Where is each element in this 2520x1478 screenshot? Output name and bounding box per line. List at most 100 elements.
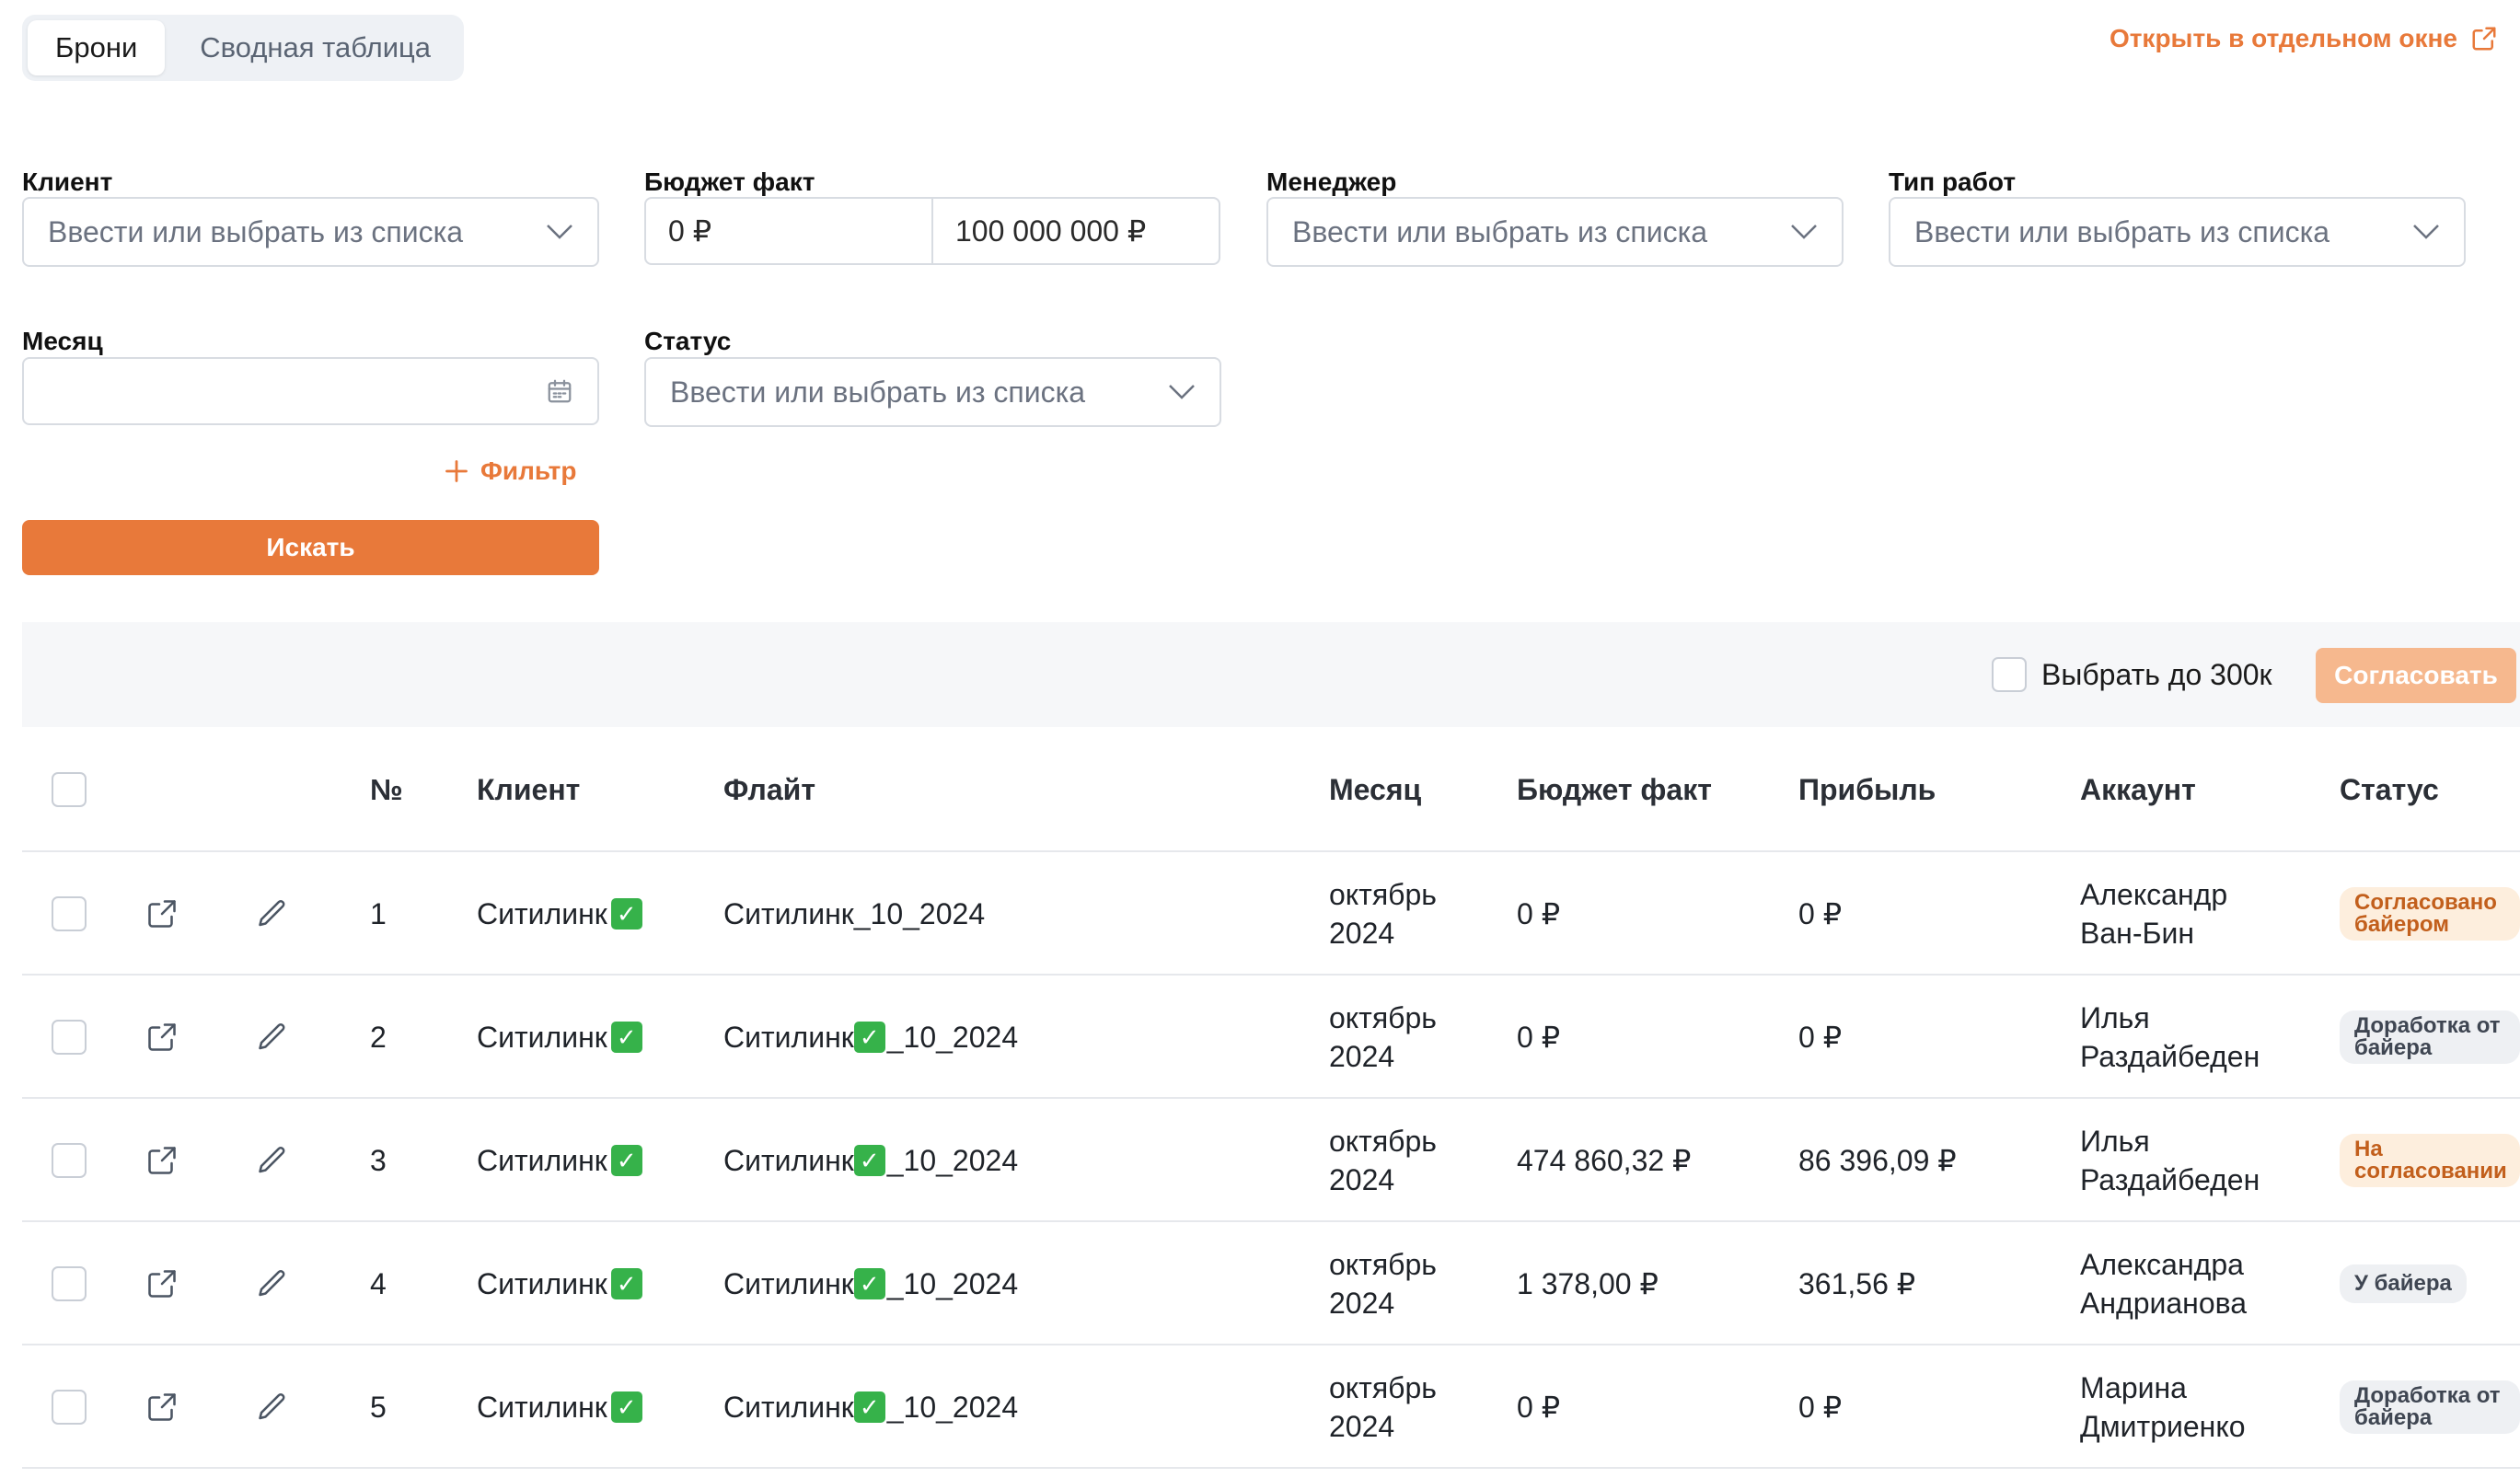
column-header-flight[interactable]: Флайт bbox=[723, 727, 815, 852]
client-filter-label: Клиент bbox=[22, 167, 113, 196]
tab-summary-table[interactable]: Сводная таблица bbox=[172, 20, 458, 75]
row-profit: 361,56 ₽ bbox=[1798, 1267, 1916, 1300]
row-month: октябрь 2024 bbox=[1329, 1371, 1437, 1443]
table-row[interactable]: 3 Ситилинк ✓ Ситилинк ✓ _10_2024 октябрь 2024… bbox=[22, 1099, 2520, 1222]
column-header-num[interactable]: № bbox=[370, 727, 403, 852]
check-mark-icon: ✓ bbox=[610, 1145, 642, 1176]
chevron-down-icon bbox=[1791, 225, 1817, 239]
chevron-down-icon bbox=[1169, 385, 1195, 399]
row-profit: 86 396,09 ₽ bbox=[1798, 1144, 1957, 1177]
month-filter-input[interactable] bbox=[22, 357, 599, 425]
row-flight-prefix: Ситилинк bbox=[723, 1390, 854, 1424]
budget-filter-label: Бюджет факт bbox=[644, 167, 815, 196]
status-badge: Доработка от байера bbox=[2340, 1380, 2520, 1434]
chevron-down-icon bbox=[2413, 225, 2439, 239]
row-flight-suffix: _10_2024 bbox=[886, 1390, 1019, 1424]
column-header-month[interactable]: Месяц bbox=[1329, 727, 1421, 852]
edit-pencil-icon[interactable] bbox=[256, 976, 289, 1099]
search-button[interactable]: Искать bbox=[22, 520, 599, 575]
add-filter-button[interactable]: Фильтр bbox=[444, 456, 576, 486]
chevron-down-icon bbox=[547, 225, 572, 239]
open-booking-icon[interactable] bbox=[145, 1345, 179, 1469]
client-filter-placeholder: Ввести или выбрать из списка bbox=[48, 214, 464, 248]
open-booking-icon[interactable] bbox=[145, 1099, 179, 1222]
status-badge: На согласовании bbox=[2340, 1134, 2520, 1187]
select-all-checkbox[interactable] bbox=[52, 772, 87, 807]
client-filter-select[interactable]: Ввести или выбрать из списка bbox=[22, 197, 599, 267]
row-client-name: Ситилинк bbox=[477, 1143, 607, 1177]
row-client: Ситилинк ✓ bbox=[477, 1222, 642, 1345]
plus-icon bbox=[445, 460, 468, 482]
check-mark-icon: ✓ bbox=[610, 898, 642, 930]
check-mark-icon: ✓ bbox=[853, 1022, 885, 1053]
check-mark-icon: ✓ bbox=[853, 1268, 885, 1299]
table-row[interactable]: 5 Ситилинк ✓ Ситилинк ✓ _10_2024 октябрь 2024… bbox=[22, 1345, 2520, 1469]
budget-range-field: 0 ₽ 100 000 000 ₽ bbox=[644, 197, 1220, 265]
row-flight: Ситилинк ✓ _10_2024 bbox=[723, 1099, 1018, 1222]
edit-pencil-icon[interactable] bbox=[256, 852, 289, 976]
row-profit: 0 ₽ bbox=[1798, 1391, 1843, 1424]
check-mark-icon: ✓ bbox=[610, 1391, 642, 1423]
tab-bookings[interactable]: Брони bbox=[28, 20, 166, 75]
row-account: Илья Раздайбеден bbox=[2080, 1125, 2260, 1196]
column-header-status[interactable]: Статус bbox=[2340, 727, 2439, 852]
column-header-profit[interactable]: Прибыль bbox=[1798, 727, 1936, 852]
row-number: 4 bbox=[370, 1266, 387, 1300]
edit-pencil-icon[interactable] bbox=[256, 1099, 289, 1222]
row-checkbox[interactable] bbox=[52, 1266, 87, 1301]
status-filter-select[interactable]: Ввести или выбрать из списка bbox=[644, 357, 1221, 427]
budget-to-input[interactable]: 100 000 000 ₽ bbox=[931, 199, 1219, 263]
open-booking-icon[interactable] bbox=[145, 852, 179, 976]
approve-button[interactable]: Согласовать bbox=[2316, 648, 2516, 703]
checkbox[interactable] bbox=[1992, 657, 2027, 692]
row-checkbox[interactable] bbox=[52, 1143, 87, 1178]
select-up-to-300k-checkbox[interactable]: Выбрать до 300к bbox=[1992, 657, 2272, 692]
row-flight-prefix: Ситилинк bbox=[723, 1266, 854, 1300]
row-flight-suffix: _10_2024 bbox=[886, 1143, 1019, 1177]
work-type-filter-select[interactable]: Ввести или выбрать из списка bbox=[1889, 197, 2466, 267]
table-row[interactable]: 4 Ситилинк ✓ Ситилинк ✓ _10_2024 октябрь 2024… bbox=[22, 1222, 2520, 1345]
open-booking-icon[interactable] bbox=[145, 976, 179, 1099]
open-booking-icon[interactable] bbox=[145, 1222, 179, 1345]
open-in-new-window-link[interactable]: Открыть в отдельном окне bbox=[2110, 24, 2498, 53]
row-account: Александр Ван-Бин bbox=[2080, 878, 2228, 950]
row-client: Ситилинк ✓ bbox=[477, 1099, 642, 1222]
status-badge: Согласовано байером bbox=[2340, 887, 2520, 941]
manager-filter-select[interactable]: Ввести или выбрать из списка bbox=[1266, 197, 1844, 267]
row-budget: 474 860,32 ₽ bbox=[1517, 1144, 1692, 1177]
select-up-to-300k-label: Выбрать до 300к bbox=[2041, 657, 2272, 691]
status-badge: Доработка от байера bbox=[2340, 1010, 2520, 1064]
row-flight-suffix: _10_2024 bbox=[853, 896, 986, 930]
check-mark-icon: ✓ bbox=[853, 1391, 885, 1423]
row-client-name: Ситилинк bbox=[477, 896, 607, 930]
row-profit: 0 ₽ bbox=[1798, 1021, 1843, 1054]
row-budget: 0 ₽ bbox=[1517, 897, 1561, 930]
row-number: 2 bbox=[370, 1020, 387, 1054]
edit-pencil-icon[interactable] bbox=[256, 1222, 289, 1345]
table-row[interactable]: 1 Ситилинк ✓ Ситилинк _10_2024 октябрь 2024 0… bbox=[22, 852, 2520, 976]
row-client: Ситилинк ✓ bbox=[477, 976, 642, 1099]
column-header-account[interactable]: Аккаунт bbox=[2080, 727, 2196, 852]
row-checkbox[interactable] bbox=[52, 1390, 87, 1425]
row-month: октябрь 2024 bbox=[1329, 1248, 1437, 1320]
edit-pencil-icon[interactable] bbox=[256, 1345, 289, 1469]
calendar-icon bbox=[548, 379, 572, 403]
row-account: Илья Раздайбеден bbox=[2080, 1001, 2260, 1073]
column-header-budget[interactable]: Бюджет факт bbox=[1517, 727, 1712, 852]
row-account: Марина Дмитриенко bbox=[2080, 1371, 2246, 1443]
external-link-icon bbox=[2472, 27, 2496, 51]
row-flight-prefix: Ситилинк bbox=[723, 1020, 854, 1054]
check-mark-icon: ✓ bbox=[853, 1145, 885, 1176]
budget-from-input[interactable]: 0 ₽ bbox=[646, 199, 931, 263]
select-all-cell bbox=[52, 727, 87, 852]
row-checkbox[interactable] bbox=[52, 1020, 87, 1055]
table-header: № Клиент Флайт Месяц Бюджет факт Прибыль… bbox=[22, 727, 2520, 852]
row-checkbox[interactable] bbox=[52, 896, 87, 931]
status-badge: У байера bbox=[2340, 1264, 2467, 1303]
table-row[interactable]: 2 Ситилинк ✓ Ситилинк ✓ _10_2024 октябрь 2024… bbox=[22, 976, 2520, 1099]
column-header-client[interactable]: Клиент bbox=[477, 727, 580, 852]
row-account: Александра Андрианова bbox=[2080, 1248, 2248, 1320]
view-tabs: Брони Сводная таблица bbox=[22, 15, 465, 81]
row-month: октябрь 2024 bbox=[1329, 878, 1437, 950]
month-filter-label: Месяц bbox=[22, 327, 103, 355]
